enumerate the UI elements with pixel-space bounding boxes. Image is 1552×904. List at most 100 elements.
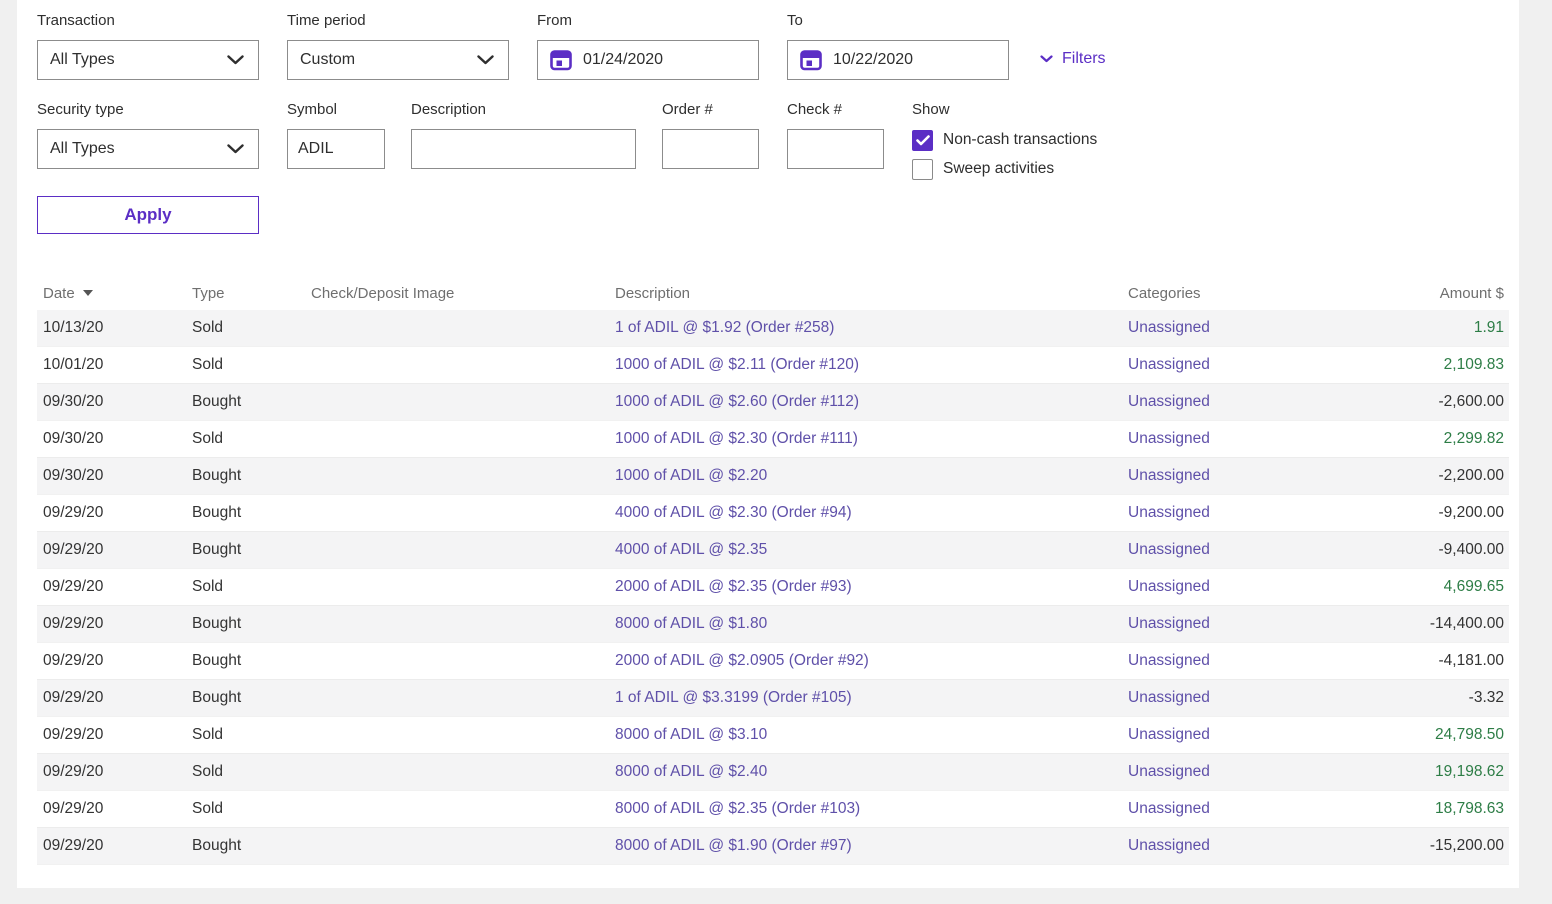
table-header: Date Type Check/Deposit Image Descriptio… bbox=[37, 276, 1509, 310]
row-category-link[interactable]: Unassigned bbox=[1122, 319, 1422, 337]
row-category-link[interactable]: Unassigned bbox=[1122, 837, 1422, 855]
checkbox-box[interactable] bbox=[912, 159, 933, 180]
row-description-link[interactable]: 1000 of ADIL @ $2.20 bbox=[609, 467, 1122, 485]
table-row: 10/13/20 Sold 1 of ADIL @ $1.92 (Order #… bbox=[37, 310, 1509, 347]
non-cash-transactions-checkbox[interactable]: Non-cash transactions bbox=[912, 129, 1097, 151]
time-period-filter-group: Time period Custom bbox=[287, 12, 509, 80]
check-number-label: Check # bbox=[787, 101, 884, 123]
filters-toggle-label: Filters bbox=[1062, 50, 1106, 68]
security-type-group: Security type All Types bbox=[37, 101, 259, 169]
table-row: 09/30/20 Bought 1000 of ADIL @ $2.60 (Or… bbox=[37, 384, 1509, 421]
row-type: Bought bbox=[186, 837, 305, 855]
row-category-link[interactable]: Unassigned bbox=[1122, 393, 1422, 411]
column-header-description[interactable]: Description bbox=[609, 285, 1122, 302]
row-type: Sold bbox=[186, 356, 305, 374]
row-description-link[interactable]: 4000 of ADIL @ $2.30 (Order #94) bbox=[609, 504, 1122, 522]
row-date: 10/01/20 bbox=[37, 356, 186, 374]
row-description-link[interactable]: 1000 of ADIL @ $2.30 (Order #111) bbox=[609, 430, 1122, 448]
row-date: 09/30/20 bbox=[37, 467, 186, 485]
from-date-value: 01/24/2020 bbox=[583, 51, 663, 69]
table-row: 09/29/20 Bought 8000 of ADIL @ $1.90 (Or… bbox=[37, 828, 1509, 865]
table-row: 09/29/20 Bought 4000 of ADIL @ $2.35 Una… bbox=[37, 532, 1509, 569]
from-date-input[interactable]: 01/24/2020 bbox=[537, 40, 759, 80]
row-category-link[interactable]: Unassigned bbox=[1122, 504, 1422, 522]
order-number-group: Order # bbox=[662, 101, 759, 169]
row-amount: 19,198.62 bbox=[1422, 763, 1509, 781]
time-period-select[interactable]: Custom bbox=[287, 40, 509, 80]
row-description-link[interactable]: 8000 of ADIL @ $3.10 bbox=[609, 726, 1122, 744]
row-type: Sold bbox=[186, 430, 305, 448]
security-type-label: Security type bbox=[37, 101, 259, 123]
row-amount: 2,109.83 bbox=[1422, 356, 1509, 374]
row-description-link[interactable]: 4000 of ADIL @ $2.35 bbox=[609, 541, 1122, 559]
column-header-date[interactable]: Date bbox=[37, 285, 186, 302]
to-date-label: To bbox=[787, 12, 1009, 34]
row-amount: -2,200.00 bbox=[1422, 467, 1509, 485]
filters-toggle[interactable]: Filters bbox=[1040, 50, 1106, 68]
from-date-group: From 01/24/2020 bbox=[537, 12, 759, 80]
row-date: 09/29/20 bbox=[37, 689, 186, 707]
order-number-input[interactable] bbox=[662, 129, 759, 169]
show-label: Show bbox=[912, 101, 1097, 123]
row-type: Sold bbox=[186, 726, 305, 744]
row-date: 09/29/20 bbox=[37, 726, 186, 744]
non-cash-transactions-label: Non-cash transactions bbox=[943, 131, 1097, 149]
table-row: 09/29/20 Bought 1 of ADIL @ $3.3199 (Ord… bbox=[37, 680, 1509, 717]
row-description-link[interactable]: 8000 of ADIL @ $1.90 (Order #97) bbox=[609, 837, 1122, 855]
calendar-icon[interactable] bbox=[800, 49, 822, 71]
column-header-type[interactable]: Type bbox=[186, 285, 305, 302]
row-description-link[interactable]: 2000 of ADIL @ $2.0905 (Order #92) bbox=[609, 652, 1122, 670]
transactions-panel: Transaction All Types Time period Custom… bbox=[17, 0, 1519, 888]
checkbox-box[interactable] bbox=[912, 130, 933, 151]
check-number-input[interactable] bbox=[787, 129, 884, 169]
row-amount: 18,798.63 bbox=[1422, 800, 1509, 818]
row-category-link[interactable]: Unassigned bbox=[1122, 763, 1422, 781]
row-category-link[interactable]: Unassigned bbox=[1122, 541, 1422, 559]
row-date: 09/30/20 bbox=[37, 430, 186, 448]
column-header-check-image[interactable]: Check/Deposit Image bbox=[305, 285, 609, 302]
row-category-link[interactable]: Unassigned bbox=[1122, 578, 1422, 596]
row-category-link[interactable]: Unassigned bbox=[1122, 430, 1422, 448]
row-description-link[interactable]: 8000 of ADIL @ $1.80 bbox=[609, 615, 1122, 633]
row-description-link[interactable]: 1 of ADIL @ $1.92 (Order #258) bbox=[609, 319, 1122, 337]
row-description-link[interactable]: 1000 of ADIL @ $2.60 (Order #112) bbox=[609, 393, 1122, 411]
transaction-select[interactable]: All Types bbox=[37, 40, 259, 80]
row-description-link[interactable]: 1 of ADIL @ $3.3199 (Order #105) bbox=[609, 689, 1122, 707]
row-category-link[interactable]: Unassigned bbox=[1122, 652, 1422, 670]
row-description-link[interactable]: 8000 of ADIL @ $2.35 (Order #103) bbox=[609, 800, 1122, 818]
table-body: 10/13/20 Sold 1 of ADIL @ $1.92 (Order #… bbox=[37, 310, 1509, 865]
row-description-link[interactable]: 8000 of ADIL @ $2.40 bbox=[609, 763, 1122, 781]
to-date-value: 10/22/2020 bbox=[833, 51, 913, 69]
table-row: 09/30/20 Bought 1000 of ADIL @ $2.20 Una… bbox=[37, 458, 1509, 495]
row-date: 09/29/20 bbox=[37, 763, 186, 781]
to-date-input[interactable]: 10/22/2020 bbox=[787, 40, 1009, 80]
table-row: 09/29/20 Sold 8000 of ADIL @ $2.40 Unass… bbox=[37, 754, 1509, 791]
from-date-label: From bbox=[537, 12, 759, 34]
table-row: 09/29/20 Bought 2000 of ADIL @ $2.0905 (… bbox=[37, 643, 1509, 680]
table-row: 09/29/20 Sold 8000 of ADIL @ $2.35 (Orde… bbox=[37, 791, 1509, 828]
symbol-input[interactable] bbox=[287, 129, 385, 169]
row-category-link[interactable]: Unassigned bbox=[1122, 615, 1422, 633]
row-type: Sold bbox=[186, 800, 305, 818]
row-amount: -14,400.00 bbox=[1422, 615, 1509, 633]
row-amount: -2,600.00 bbox=[1422, 393, 1509, 411]
row-description-link[interactable]: 1000 of ADIL @ $2.11 (Order #120) bbox=[609, 356, 1122, 374]
column-header-amount[interactable]: Amount $ bbox=[1422, 285, 1509, 302]
row-category-link[interactable]: Unassigned bbox=[1122, 356, 1422, 374]
description-input[interactable] bbox=[411, 129, 636, 169]
sweep-activities-checkbox[interactable]: Sweep activities bbox=[912, 158, 1097, 180]
row-category-link[interactable]: Unassigned bbox=[1122, 726, 1422, 744]
row-description-link[interactable]: 2000 of ADIL @ $2.35 (Order #93) bbox=[609, 578, 1122, 596]
row-category-link[interactable]: Unassigned bbox=[1122, 467, 1422, 485]
row-category-link[interactable]: Unassigned bbox=[1122, 800, 1422, 818]
row-amount: -9,400.00 bbox=[1422, 541, 1509, 559]
security-type-select[interactable]: All Types bbox=[37, 129, 259, 169]
calendar-icon[interactable] bbox=[550, 49, 572, 71]
row-date: 09/29/20 bbox=[37, 578, 186, 596]
to-date-group: To 10/22/2020 bbox=[787, 12, 1009, 80]
apply-button[interactable]: Apply bbox=[37, 196, 259, 234]
row-category-link[interactable]: Unassigned bbox=[1122, 689, 1422, 707]
column-header-categories[interactable]: Categories bbox=[1122, 285, 1422, 302]
row-amount: 1.91 bbox=[1422, 319, 1509, 337]
row-date: 09/29/20 bbox=[37, 541, 186, 559]
